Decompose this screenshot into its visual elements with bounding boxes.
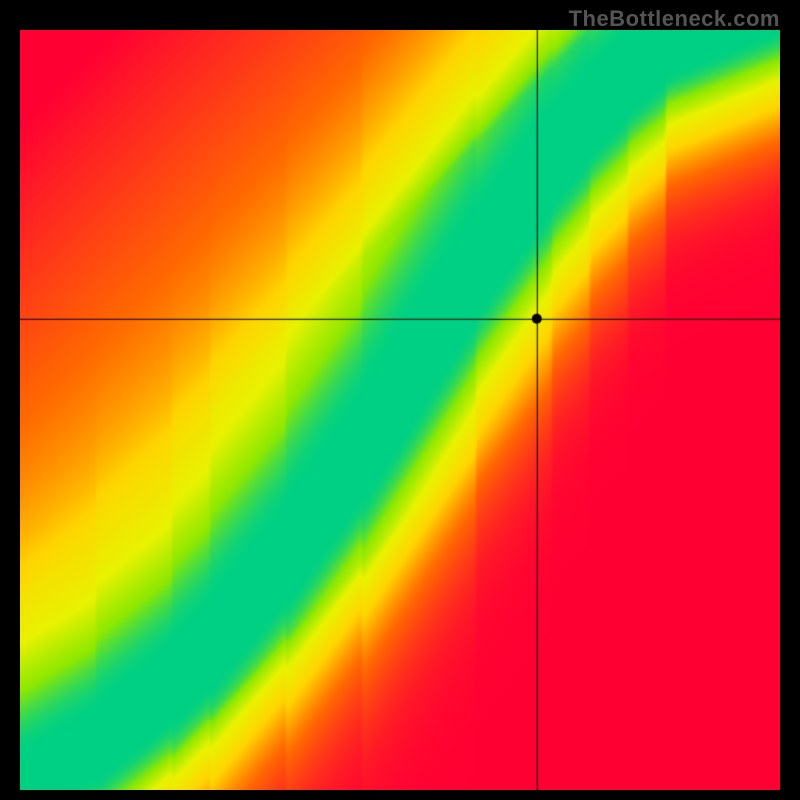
chart-frame: TheBottleneck.com — [0, 0, 800, 800]
watermark-text: TheBottleneck.com — [569, 6, 780, 32]
heatmap-canvas — [20, 30, 780, 790]
heatmap-plot — [20, 30, 780, 790]
